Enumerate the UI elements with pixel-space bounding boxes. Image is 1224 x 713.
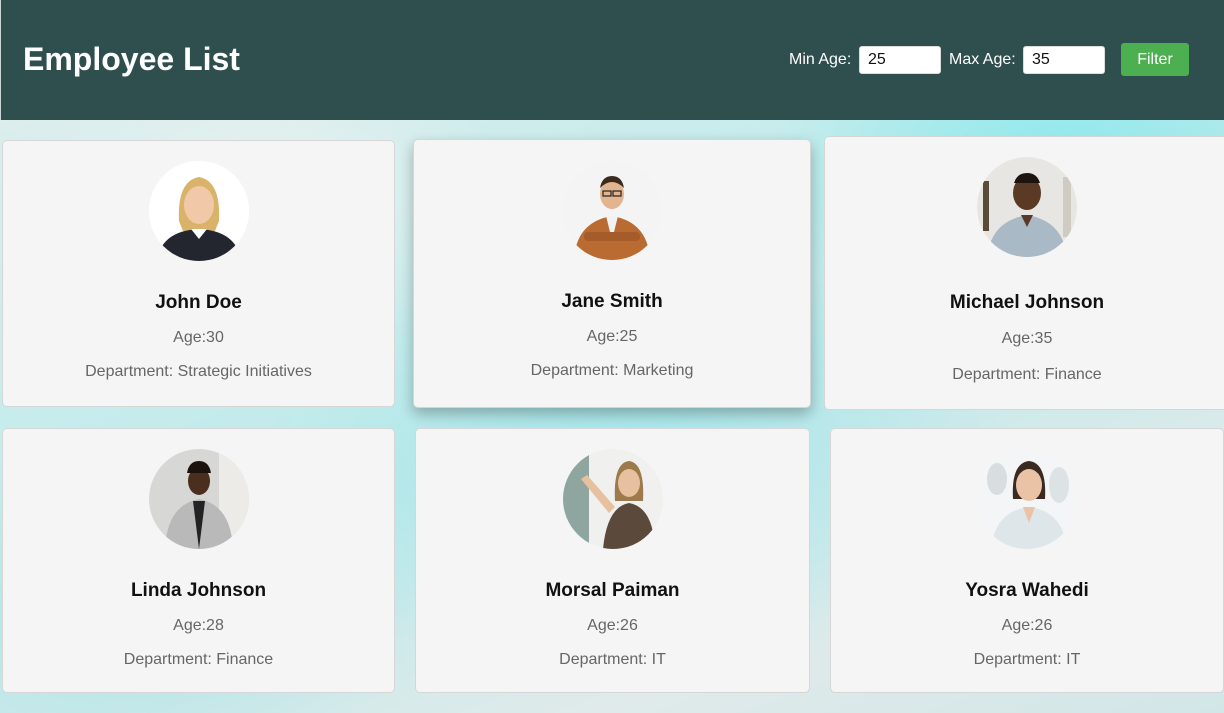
employee-department: Department: Strategic Initiatives <box>85 363 312 380</box>
employee-photo <box>148 449 249 549</box>
employee-name: John Doe <box>155 292 242 313</box>
employee-age: Age:35 <box>1001 330 1053 347</box>
header-bar: Employee List Min Age: Max Age: Filter <box>0 0 1224 120</box>
employee-age: Age:30 <box>173 329 224 346</box>
min-age-input[interactable] <box>859 46 941 74</box>
employee-department: Department: IT <box>973 651 1081 668</box>
min-age-label: Min Age: <box>789 51 852 68</box>
employee-department: Department: Finance <box>952 366 1102 383</box>
employee-name: Linda Johnson <box>130 580 267 601</box>
employee-photo <box>977 449 1077 549</box>
employee-age: Age:25 <box>586 328 638 345</box>
employee-department: Department: Finance <box>123 651 274 668</box>
employee-photo <box>562 160 662 260</box>
employee-name: Morsal Paiman <box>545 580 680 601</box>
employee-card[interactable]: Yosra Wahedi Age:26 Department: IT <box>830 428 1224 693</box>
page-title: Employee List <box>23 41 240 77</box>
employee-card[interactable]: Morsal Paiman Age:26 Department: IT <box>415 428 810 693</box>
employee-card[interactable]: John Doe Age:30 Department: Strategic In… <box>2 140 395 407</box>
employee-photo <box>977 157 1077 257</box>
employee-name: Michael Johnson <box>949 292 1105 313</box>
filter-button[interactable]: Filter <box>1121 43 1189 76</box>
employee-age: Age:26 <box>1001 617 1053 634</box>
employee-department: Department: Marketing <box>530 362 694 379</box>
employee-card[interactable]: Jane Smith Age:25 Department: Marketing <box>413 139 811 408</box>
employee-photo <box>562 449 663 549</box>
employee-card[interactable]: Michael Johnson Age:35 Department: Finan… <box>824 136 1224 410</box>
employee-age: Age:28 <box>173 617 224 634</box>
employee-photo <box>148 161 249 261</box>
employee-age: Age:26 <box>587 617 638 634</box>
employee-name: Jane Smith <box>561 291 663 312</box>
employee-card[interactable]: Linda Johnson Age:28 Department: Finance <box>2 428 395 693</box>
employee-name: Yosra Wahedi <box>965 580 1089 601</box>
max-age-label: Max Age: <box>949 51 1016 68</box>
max-age-input[interactable] <box>1023 46 1105 74</box>
employee-department: Department: IT <box>559 651 666 668</box>
